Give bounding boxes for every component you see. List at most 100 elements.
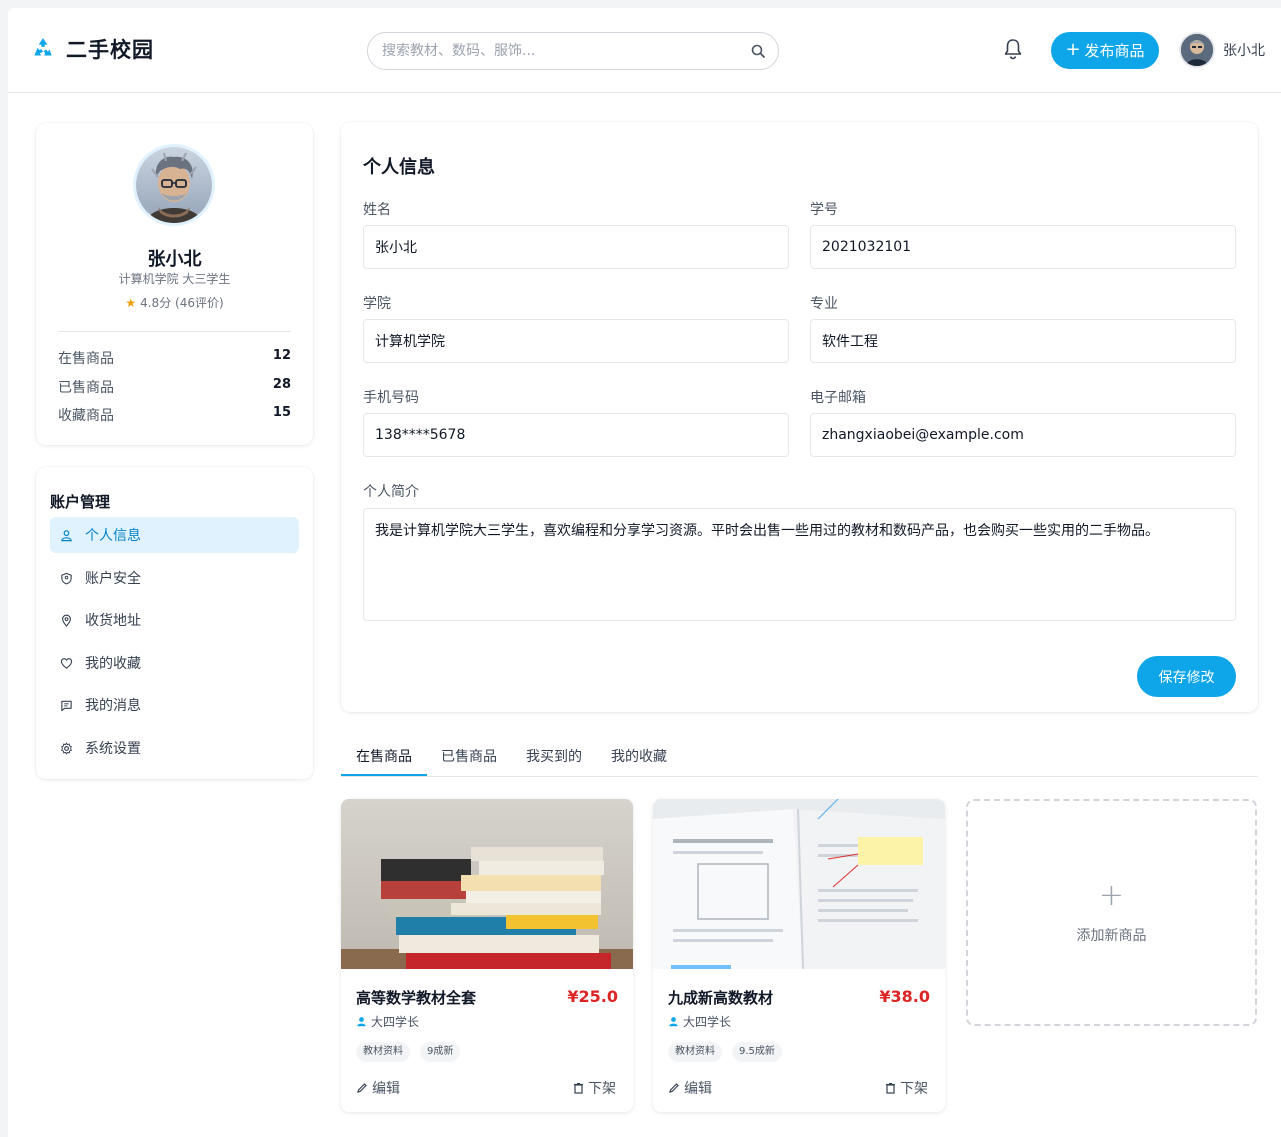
menu-item-security[interactable]: 账户安全 (50, 560, 299, 596)
product-title[interactable]: 高等数学教材全套 (356, 987, 476, 1008)
active-tab-indicator (341, 774, 427, 776)
save-button[interactable]: 保存修改 (1137, 656, 1236, 697)
recycle-icon (34, 38, 52, 56)
profile-card: 张小北 计算机学院 大三学生 ★ 4.8分 (46评价) 在售商品 12 已售商品… (36, 123, 313, 445)
product-tabs: 在售商品 已售商品 我买到的 我的收藏 (341, 737, 1258, 777)
tab-sold[interactable]: 已售商品 (441, 746, 497, 766)
remove-label: 下架 (900, 1081, 928, 1097)
avatar (1179, 32, 1215, 68)
stat-label: 收藏商品 (58, 408, 114, 424)
product-card[interactable]: 九成新高数教材 ¥38.0 大四学长 教材资料 9.5成新 编辑 下架 (653, 799, 945, 1112)
app-frame: 二手校园 + 发布商品 (8, 8, 1281, 1137)
remove-button[interactable]: 下架 (885, 1078, 928, 1098)
profile-name: 张小北 (147, 249, 202, 270)
menu-item-messages[interactable]: 我的消息 (50, 687, 299, 723)
product-title[interactable]: 九成新高数教材 (668, 987, 773, 1008)
search-bar (367, 32, 779, 70)
remove-button[interactable]: 下架 (573, 1078, 616, 1098)
search-input[interactable] (368, 33, 728, 69)
seller-name: 大四学长 (683, 1015, 732, 1029)
tab-on-sale[interactable]: 在售商品 (356, 746, 412, 766)
student-id-field[interactable] (810, 225, 1236, 269)
stat-sold[interactable]: 已售商品 28 (58, 377, 291, 397)
name-field[interactable] (363, 225, 789, 269)
account-menu-card: 账户管理 个人信息 账户安全 收货地址 我的收藏 我的消息 系统设置 (36, 467, 313, 779)
edit-button[interactable]: 编辑 (668, 1078, 712, 1098)
profile-department: 计算机学院 大三学生 (118, 272, 231, 286)
email-field[interactable] (810, 413, 1236, 457)
user-icon (669, 1017, 678, 1027)
plus-icon: + (1098, 878, 1125, 913)
category-tag: 教材资料 (668, 1042, 722, 1062)
search-icon[interactable] (750, 43, 766, 59)
menu-title: 账户管理 (50, 493, 111, 511)
menu-item-profile[interactable]: 个人信息 (50, 517, 299, 553)
brand-logo[interactable]: 二手校园 (30, 34, 154, 64)
college-field[interactable] (363, 319, 789, 363)
menu-item-favorites[interactable]: 我的收藏 (50, 645, 299, 681)
major-label: 专业 (810, 296, 838, 312)
stat-favorites[interactable]: 收藏商品 15 (58, 405, 291, 425)
major-field[interactable] (810, 319, 1236, 363)
college-label: 学院 (363, 296, 391, 312)
product-card[interactable]: 高等数学教材全套 ¥25.0 大四学长 教材资料 9成新 编辑 下架 (341, 799, 633, 1112)
remove-label: 下架 (588, 1081, 616, 1097)
edit-label: 编辑 (684, 1081, 712, 1097)
stat-on-sale[interactable]: 在售商品 12 (58, 348, 291, 368)
edit-button[interactable]: 编辑 (356, 1078, 400, 1098)
bio-label: 个人简介 (363, 484, 419, 500)
user-icon (61, 529, 72, 541)
menu-item-label: 我的收藏 (85, 656, 141, 672)
product-price: ¥25.0 (567, 987, 618, 1006)
condition-tag: 9成新 (420, 1042, 461, 1062)
menu-item-label: 账户安全 (85, 571, 141, 587)
stat-value: 15 (272, 405, 291, 420)
message-icon (61, 700, 72, 711)
stat-value: 12 (272, 348, 291, 363)
pencil-icon (357, 1083, 367, 1093)
profile-avatar (133, 144, 215, 226)
shield-icon (61, 572, 72, 584)
name-label: 姓名 (363, 202, 391, 218)
add-product-card[interactable]: + 添加新商品 (966, 799, 1257, 1026)
email-label: 电子邮箱 (810, 390, 866, 406)
star-icon: ★ (125, 296, 137, 310)
plus-icon: + (1065, 38, 1081, 60)
product-seller: 大四学长 (356, 1013, 419, 1030)
stat-label: 在售商品 (58, 351, 114, 367)
seller-name: 大四学长 (371, 1015, 420, 1029)
product-price: ¥38.0 (879, 987, 930, 1006)
product-seller: 大四学长 (668, 1013, 731, 1030)
menu-item-address[interactable]: 收货地址 (50, 602, 299, 638)
menu-item-label: 系统设置 (85, 741, 141, 757)
menu-item-label: 个人信息 (85, 528, 141, 544)
tab-favorites[interactable]: 我的收藏 (611, 746, 667, 766)
user-menu[interactable]: 张小北 (1179, 32, 1265, 68)
student-id-label: 学号 (810, 202, 838, 218)
brand-name: 二手校园 (66, 38, 154, 62)
trash-icon (886, 1083, 895, 1094)
rating-text: 4.8分 (46评价) (140, 296, 224, 310)
phone-label: 手机号码 (363, 390, 419, 406)
publish-label: 发布商品 (1084, 42, 1145, 60)
product-image[interactable] (341, 799, 633, 969)
user-name: 张小北 (1223, 43, 1265, 59)
publish-button[interactable]: + 发布商品 (1051, 32, 1159, 69)
menu-item-settings[interactable]: 系统设置 (50, 730, 299, 766)
category-tag: 教材资料 (356, 1042, 410, 1062)
tab-bought[interactable]: 我买到的 (526, 746, 582, 766)
stat-label: 已售商品 (58, 380, 114, 396)
top-header: 二手校园 + 发布商品 (8, 8, 1281, 93)
trash-icon (574, 1083, 583, 1094)
gear-icon (61, 741, 72, 755)
section-title: 个人信息 (363, 157, 435, 178)
phone-field[interactable] (363, 413, 789, 457)
product-image[interactable] (653, 799, 945, 969)
stat-value: 28 (272, 377, 291, 392)
user-icon (357, 1017, 366, 1027)
profile-rating: ★ 4.8分 (46评价) (36, 294, 313, 311)
divider (58, 331, 291, 332)
menu-item-label: 收货地址 (85, 613, 141, 629)
bell-icon[interactable] (1002, 37, 1024, 61)
bio-field[interactable]: 我是计算机学院大三学生，喜欢编程和分享学习资源。平时会出售一些用过的教材和数码产… (363, 508, 1236, 621)
